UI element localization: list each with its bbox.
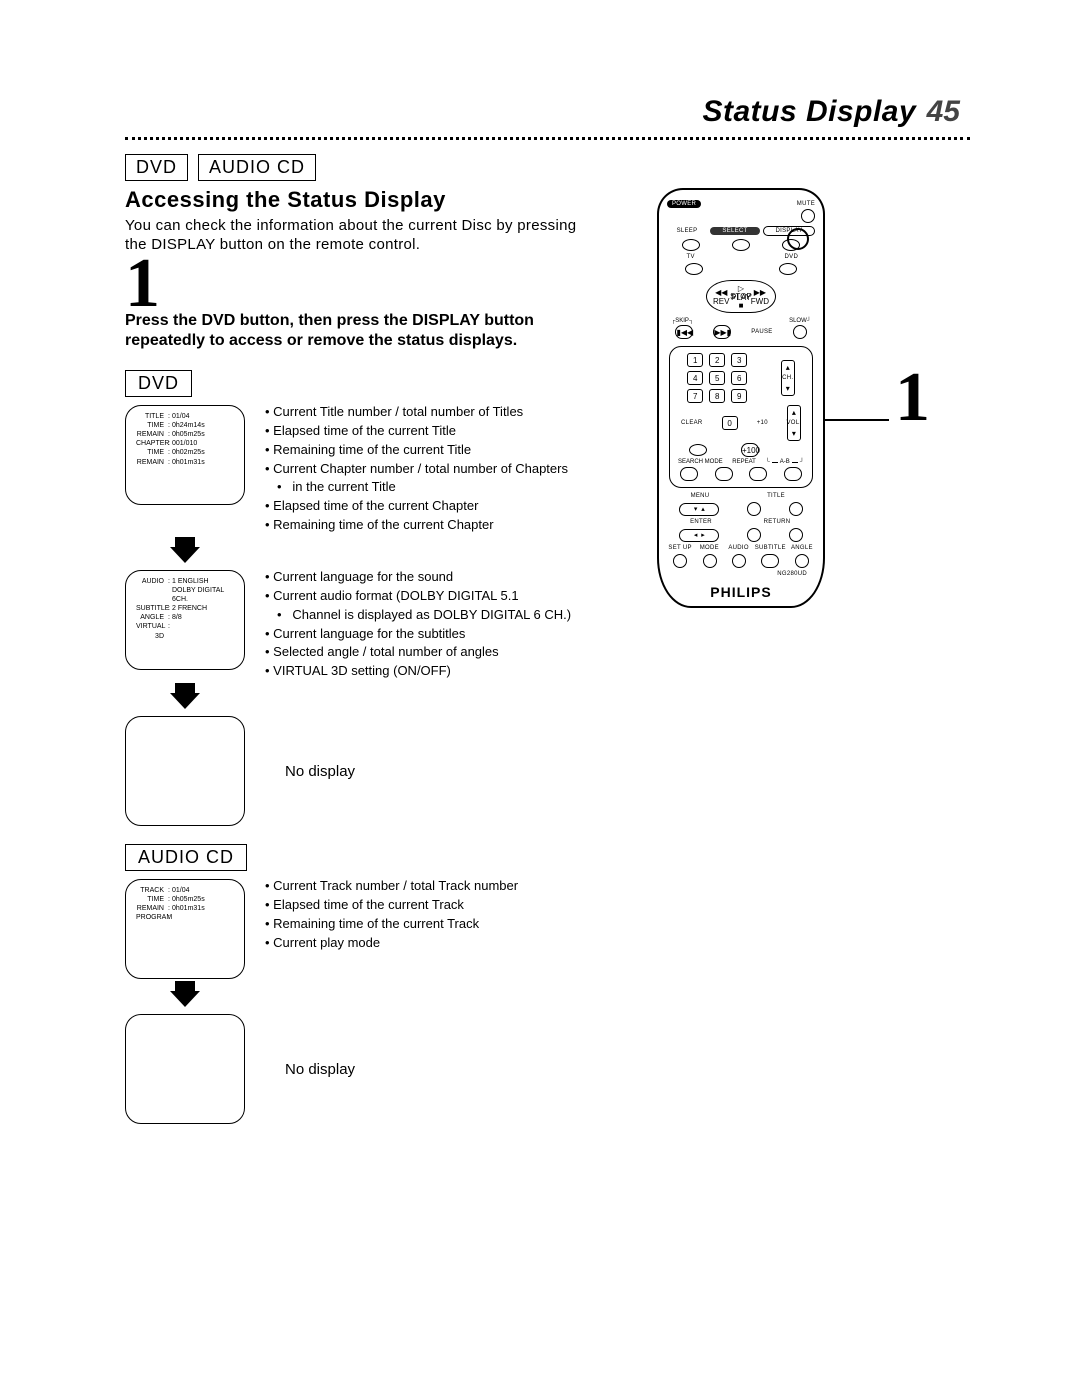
clear-label: CLEAR <box>681 420 703 426</box>
title-button[interactable] <box>789 502 803 516</box>
step-instruction: Press the DVD button, then press the DIS… <box>125 311 555 353</box>
ch-rocker[interactable]: ▴CH.▾ <box>781 360 795 396</box>
angle-label: ANGLE <box>789 545 815 551</box>
dvd-screen-empty <box>125 716 245 826</box>
mode-button[interactable] <box>703 554 717 568</box>
skip-prev-button[interactable]: ▮◀◀ <box>675 325 693 339</box>
audiocd-screen-empty <box>125 1014 245 1124</box>
clear-button[interactable] <box>689 444 707 456</box>
setup-label: SET UP <box>667 545 693 551</box>
subtitle-label: SUBTITLE <box>755 545 786 551</box>
enter-button[interactable] <box>747 528 761 542</box>
mute-button[interactable] <box>801 209 815 223</box>
arrow-down-icon <box>125 981 245 1012</box>
key-7[interactable]: 7 <box>687 389 703 403</box>
setup-button[interactable] <box>673 554 687 568</box>
key-8[interactable]: 8 <box>709 389 725 403</box>
callout-leader-line <box>819 419 889 421</box>
return-button[interactable] <box>789 528 803 542</box>
no-display-label: No display <box>285 1061 355 1078</box>
key-2[interactable]: 2 <box>709 353 725 367</box>
angle-button[interactable] <box>795 554 809 568</box>
arrow-down-icon <box>125 683 245 714</box>
searchmode-label: SEARCH MODE <box>678 459 723 465</box>
dvd-bullets-2: Current language for the soundCurrent au… <box>265 568 571 681</box>
key-1[interactable]: 1 <box>687 353 703 367</box>
callout-number: 1 <box>895 358 930 438</box>
stop-label: STOP■ <box>730 292 752 310</box>
menu-label: MENU <box>667 493 733 499</box>
repeat-label: REPEAT <box>732 459 756 465</box>
brand-logo: PHILIPS <box>667 584 815 600</box>
key-3[interactable]: 3 <box>731 353 747 367</box>
tag-audio-cd: AUDIO CD <box>198 154 316 181</box>
dvd-bullets-1: Current Title number / total number of T… <box>265 403 568 535</box>
transport-dpad[interactable]: ▷PLAY ◀◀REV ▶▶FWD STOP■ <box>706 280 776 313</box>
key-5[interactable]: 5 <box>709 371 725 385</box>
model-label: NG280UD <box>667 571 815 577</box>
rev-label: ◀◀REV <box>713 288 729 306</box>
page-header: Status Display 45 <box>125 95 970 129</box>
no-display-label: No display <box>285 763 355 780</box>
searchmode-button[interactable] <box>680 467 698 481</box>
tv-button[interactable] <box>685 263 703 275</box>
remote-callout: POWER MUTE SLEEP SELECT DISPLAY TVDVD ▷P… <box>657 188 930 608</box>
dvd-label: DVD <box>768 254 815 260</box>
sleep-label: SLEEP <box>667 228 707 234</box>
menu-button[interactable] <box>747 502 761 516</box>
power-button[interactable]: POWER <box>667 200 701 208</box>
audio-button[interactable] <box>732 554 746 568</box>
tv-label: TV <box>667 254 714 260</box>
nav-right-button[interactable]: ◂ ▸ <box>679 529 719 542</box>
key-0[interactable]: 0 <box>722 416 738 430</box>
ab2-button[interactable] <box>784 467 802 481</box>
page-number: 45 <box>927 95 960 128</box>
fwd-label: ▶▶FWD <box>751 288 769 306</box>
key-9[interactable]: 9 <box>731 389 747 403</box>
nav-left-button[interactable]: ▾ ▴ <box>679 503 719 516</box>
title-label: TITLE <box>743 493 809 499</box>
format-tags: DVD AUDIO CD <box>125 154 970 181</box>
enter-label: ENTER <box>667 519 735 525</box>
audio-label: AUDIO <box>725 545 751 551</box>
pause-label: PAUSE <box>751 329 772 335</box>
arrow-down-icon <box>125 537 245 568</box>
audiocd-screen: TRACK:01/04TIME:0h05m25sREMAIN:0h01m31sP… <box>125 879 245 979</box>
pause-button[interactable] <box>793 325 807 339</box>
subtitle-button[interactable] <box>761 554 779 568</box>
key-4[interactable]: 4 <box>687 371 703 385</box>
dvd-button[interactable] <box>779 263 797 275</box>
select-button[interactable] <box>732 239 750 251</box>
tag-dvd: DVD <box>125 154 188 181</box>
numeric-keypad: 1 2 3 4 5 6 7 8 9 ▴CH.▾ CLEAR 0 +10 ▴VOL… <box>669 346 813 488</box>
dvd-screen-1: TITLE:01/04TIME:0h24m14sREMAIN:0h05m25sC… <box>125 405 245 505</box>
mode-label: MODE <box>696 545 722 551</box>
repeat-button[interactable] <box>715 467 733 481</box>
vol-rocker[interactable]: ▴VOL.▾ <box>787 405 801 441</box>
key-6[interactable]: 6 <box>731 371 747 385</box>
mute-label: MUTE <box>797 201 815 207</box>
dvd-screen-2: AUDIO:1 ENGLISHDOLBY DIGITAL6CH.SUBTITLE… <box>125 570 245 670</box>
audiocd-flow: TRACK:01/04TIME:0h05m25sREMAIN:0h01m31sP… <box>125 879 970 1124</box>
ab-button[interactable] <box>749 467 767 481</box>
skip-next-button[interactable]: ▶▶▮ <box>713 325 731 339</box>
select-label: SELECT <box>710 227 760 235</box>
plus10-label: +10 <box>757 420 768 426</box>
sleep-button[interactable] <box>682 239 700 251</box>
dvd-heading: DVD <box>125 370 192 397</box>
plus100-button[interactable]: +100 <box>741 443 759 457</box>
remote-control: POWER MUTE SLEEP SELECT DISPLAY TVDVD ▷P… <box>657 188 825 608</box>
audiocd-bullets: Current Track number / total Track numbe… <box>265 877 518 952</box>
header-title: Status Display <box>702 95 916 128</box>
audiocd-heading: AUDIO CD <box>125 844 247 871</box>
return-label: RETURN <box>743 519 811 525</box>
display-highlight-icon <box>787 228 809 250</box>
header-divider <box>125 137 970 140</box>
